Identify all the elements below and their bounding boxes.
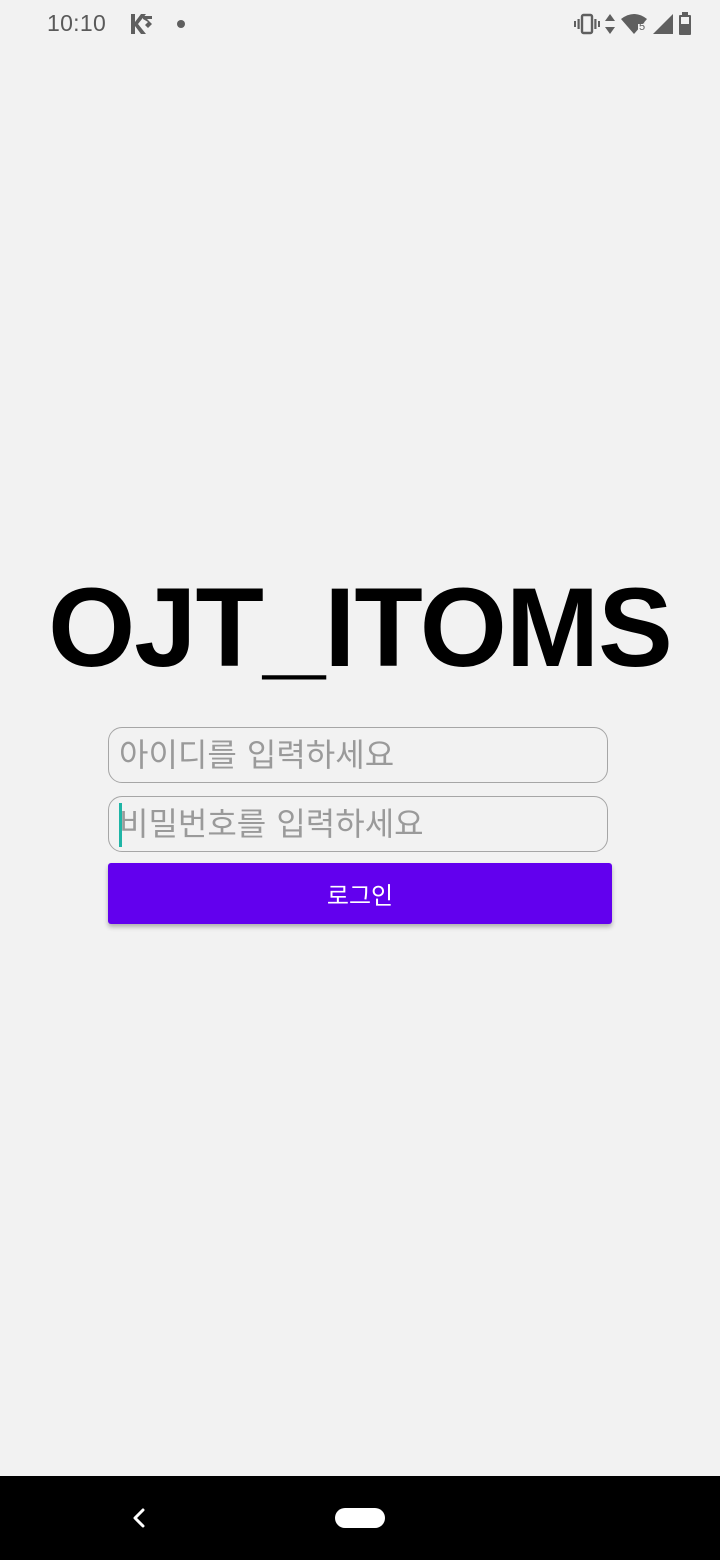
status-time: 10:10 <box>47 10 107 36</box>
text-cursor <box>119 803 122 847</box>
app-title: OJT_ITOMS <box>48 565 673 690</box>
wifi-icon: 5 <box>620 13 648 35</box>
data-arrows-icon <box>604 13 616 35</box>
back-icon[interactable] <box>128 1506 150 1530</box>
wifi-badge: 5 <box>639 21 646 33</box>
password-field[interactable] <box>108 796 608 852</box>
status-bar: 10:10 5 <box>0 0 720 48</box>
status-right-icons: 5 <box>574 10 692 38</box>
notification-dot-icon <box>176 19 186 29</box>
home-pill-icon[interactable] <box>335 1508 385 1528</box>
navigation-bar <box>0 1476 720 1560</box>
status-left-icons <box>128 11 186 37</box>
id-field[interactable] <box>108 727 608 783</box>
signal-icon <box>652 13 674 35</box>
keyboard-app-icon <box>128 12 154 36</box>
vibrate-icon <box>574 13 600 35</box>
password-input[interactable] <box>119 797 597 851</box>
battery-icon <box>678 12 692 36</box>
login-button[interactable]: 로그인 <box>108 863 612 924</box>
id-input[interactable] <box>119 728 597 782</box>
